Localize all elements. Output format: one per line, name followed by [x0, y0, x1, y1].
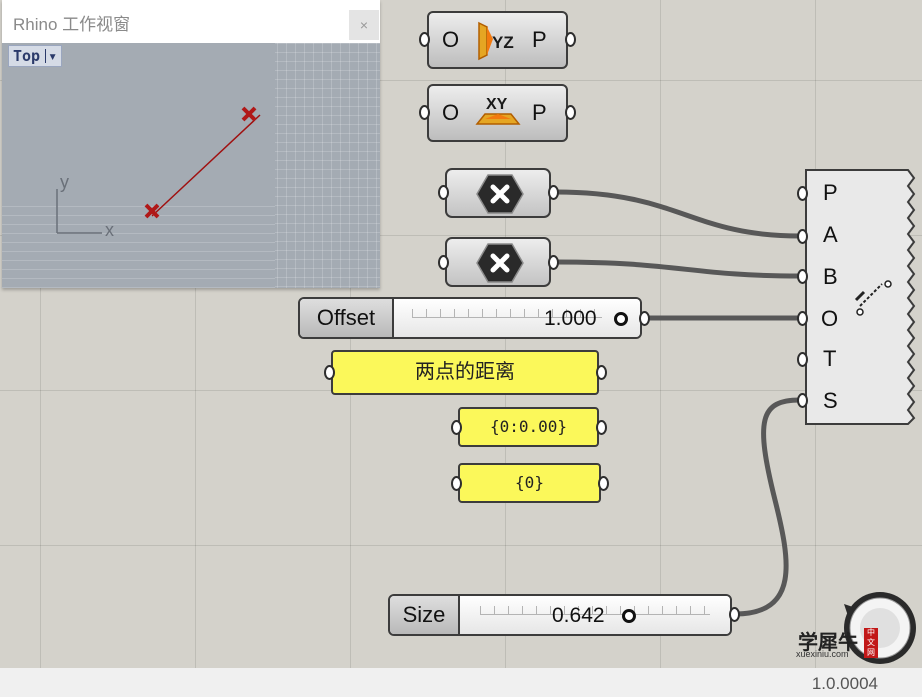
text-panel-output-port[interactable] [596, 365, 607, 380]
offset-slider-name: Offset [300, 299, 394, 337]
size-slider[interactable]: Size 0.642 [388, 594, 732, 636]
dimension-port-T[interactable] [797, 352, 808, 367]
yz-plane-output-port[interactable] [565, 32, 576, 47]
xy-plane-output-label: P [532, 100, 547, 125]
dimension-port-O[interactable] [797, 311, 808, 326]
yz-plane-icon: YZ [478, 21, 514, 61]
text-panel-input-port[interactable] [324, 365, 335, 380]
distance-format-output-port[interactable] [596, 420, 607, 435]
wire-size-to-S [734, 397, 801, 617]
point-param-1-output-port[interactable] [548, 185, 559, 200]
path-panel-input-port[interactable] [451, 476, 462, 491]
xy-plane-input-port[interactable] [419, 105, 430, 120]
point-param-2-output-port[interactable] [548, 255, 559, 270]
distance-format-input-port[interactable] [451, 420, 462, 435]
size-slider-value: 0.642 [552, 604, 605, 627]
yz-plane-input-label: O [442, 27, 460, 52]
wire-point2-to-B [555, 259, 801, 279]
size-slider-track[interactable]: 0.642 [460, 596, 730, 634]
point-marker-2 [241, 106, 257, 122]
dimension-input-O: O [821, 306, 839, 331]
xy-plane-output-port[interactable] [565, 105, 576, 120]
offset-slider-track[interactable]: 1.000 [394, 299, 640, 337]
size-slider-output-port[interactable] [729, 607, 740, 622]
yz-plane-component[interactable]: O YZ P [427, 11, 568, 69]
xy-plane-icon: XY [475, 96, 521, 125]
dimension-input-A: A [823, 222, 838, 247]
rhino-top-viewport[interactable]: y x Top ▾ [2, 43, 380, 288]
xy-plane-component[interactable]: O XY P [427, 84, 568, 142]
xy-plane-input-label: O [442, 100, 460, 125]
rhino-viewport-window[interactable]: Rhino 工作视窗 × y x Top ▾ [2, 0, 380, 288]
close-button[interactable]: × [349, 10, 379, 40]
yz-plane-output-label: P [532, 27, 547, 52]
watermark-logo: 学犀牛 xuexiniu.com 中文网 [792, 626, 886, 660]
axis-widget: y x [56, 172, 114, 240]
offset-slider-output-port[interactable] [639, 311, 650, 326]
watermark-seal: 中文网 [864, 628, 878, 658]
offset-slider[interactable]: Offset 1.000 [298, 297, 642, 339]
dimension-component[interactable] [804, 168, 916, 428]
x-hexagon-icon [476, 243, 524, 283]
wire-point1-to-A [555, 189, 801, 239]
offset-slider-knob[interactable] [614, 312, 628, 326]
distance-format-content: {0:0.00} [489, 417, 568, 436]
viewport-name-menu[interactable]: Top ▾ [8, 45, 63, 67]
path-panel-output-port[interactable] [598, 476, 609, 491]
viewport-name: Top [13, 47, 41, 65]
rhino-titlebar[interactable]: Rhino 工作视窗 × [2, 0, 380, 43]
distance-format-panel[interactable]: {0:0.00} [458, 407, 599, 447]
dimension-port-B[interactable] [797, 269, 808, 284]
axis-x-label: x [105, 220, 114, 240]
point-param-1-input-port[interactable] [438, 185, 449, 200]
text-panel-content: 两点的距离 [415, 359, 515, 383]
point-param-2[interactable] [445, 237, 551, 287]
close-icon: × [359, 17, 369, 33]
status-bar: 1.0.0004 [0, 668, 922, 697]
text-panel[interactable]: 两点的距离 [331, 350, 599, 395]
dimension-input-S: S [823, 388, 838, 413]
size-slider-knob[interactable] [622, 609, 636, 623]
svg-text:YZ: YZ [492, 33, 514, 52]
dimension-input-P: P [823, 180, 838, 205]
offset-slider-value: 1.000 [544, 307, 597, 330]
dimension-port-S[interactable] [797, 393, 808, 408]
watermark-url: xuexiniu.com [796, 649, 849, 659]
path-panel-content: {0} [515, 473, 544, 492]
axis-y-label: y [60, 172, 69, 192]
path-panel[interactable]: {0} [458, 463, 601, 503]
dimension-input-T: T [823, 346, 837, 371]
svg-text:XY: XY [486, 96, 508, 113]
viewport-line [151, 114, 261, 217]
viewport-geometry: y x [56, 106, 261, 240]
version-label: 1.0.0004 [811, 674, 878, 693]
point-param-1[interactable] [445, 168, 551, 218]
size-slider-name: Size [390, 596, 460, 634]
dimension-port-A[interactable] [797, 229, 808, 244]
dimension-port-P[interactable] [797, 186, 808, 201]
rhino-window-title: Rhino 工作视窗 [13, 15, 131, 34]
point-param-2-input-port[interactable] [438, 255, 449, 270]
yz-plane-input-port[interactable] [419, 32, 430, 47]
dimension-input-B: B [823, 264, 838, 289]
x-hexagon-icon [476, 174, 524, 214]
chevron-down-icon: ▾ [48, 47, 58, 65]
